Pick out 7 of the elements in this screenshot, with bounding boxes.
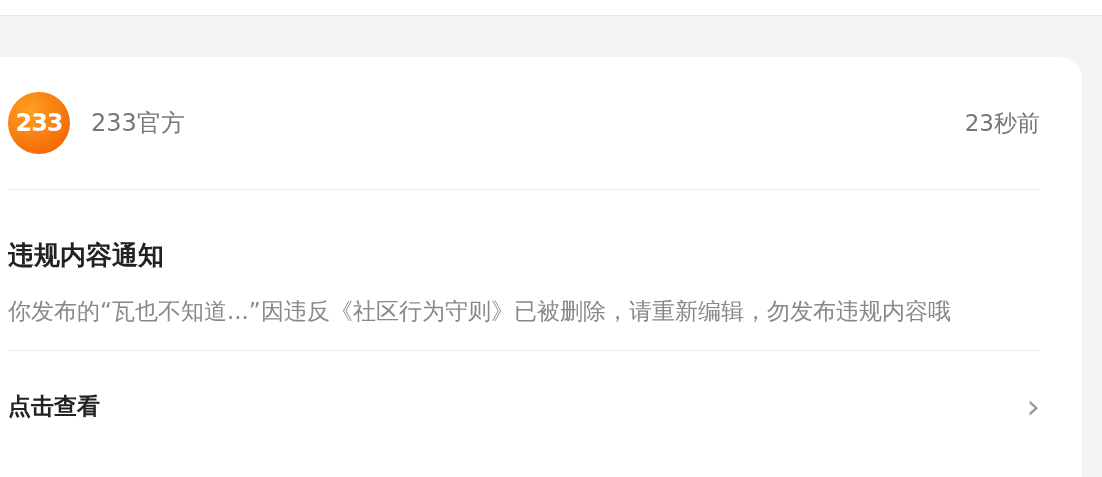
notice-text: 你发布的“瓦也不知道...”因违反《社区行为守则》已被删除，请重新编辑，勿发布违规内容哦 — [8, 293, 1040, 351]
view-link[interactable]: 点击查看 › — [8, 351, 1040, 461]
timestamp: 23秒前 — [964, 108, 1040, 138]
avatar-logo: 233 — [8, 92, 70, 154]
notice-title: 违规内容通知 — [8, 239, 165, 272]
sender-name: 233官方 — [91, 108, 185, 139]
chevron-icon: › — [1026, 386, 1040, 426]
